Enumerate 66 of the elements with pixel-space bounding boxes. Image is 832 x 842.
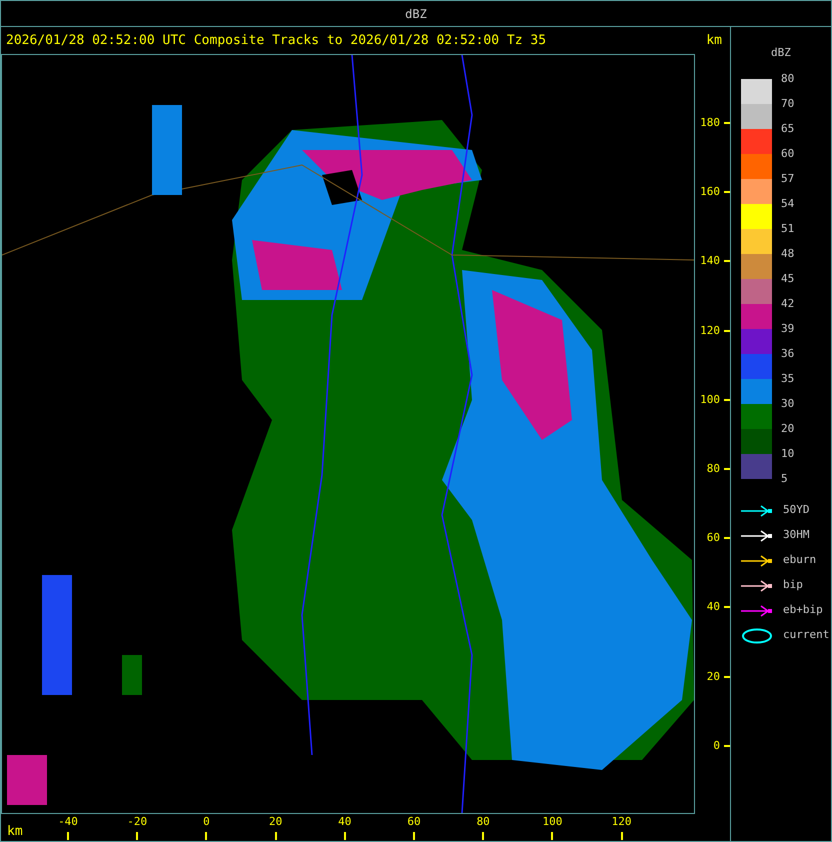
scale-label: 60 [781, 146, 794, 160]
tick-label: 40 [338, 815, 352, 829]
scale-label: 51 [781, 222, 794, 236]
axis-unit: km [706, 32, 722, 50]
tick-mark [274, 832, 277, 840]
tick-mark [724, 330, 730, 332]
tick-label: 120 [700, 322, 720, 339]
tick-mark [724, 398, 730, 401]
tick-mark [724, 606, 730, 608]
track-label: 30HM [783, 527, 810, 544]
scale-label: 42 [781, 296, 794, 310]
track-label: eb+bip [783, 602, 823, 618]
tick-mark [205, 832, 208, 840]
track-label: eburn [783, 552, 816, 568]
scale-label: 57 [781, 172, 794, 186]
scale-label: 35 [781, 372, 794, 386]
tick-mark [724, 537, 730, 540]
track-label: current [783, 627, 830, 644]
tick-label: 120 [612, 815, 632, 829]
window-title: dBZ [405, 6, 427, 22]
tick-mark [724, 744, 730, 747]
axis-unit: km [7, 823, 23, 841]
scale-label: 39 [781, 322, 794, 336]
scale-label: 54 [781, 196, 794, 210]
tick-label: 0 [203, 815, 210, 829]
scale-label: 70 [781, 96, 794, 110]
tick-label: 180 [700, 115, 720, 131]
track-label: bip [783, 577, 803, 594]
tick-mark [724, 676, 730, 678]
tick-mark [724, 260, 730, 262]
plot-title: 2026/01/28 02:52:00 UTC Composite Tracks to 2026/01/28 02:52:00 Tz 35 [6, 32, 546, 50]
tick-mark [67, 832, 69, 840]
tick-mark [551, 832, 554, 840]
tick-label: 20 [706, 668, 720, 685]
tick-label: 160 [700, 184, 720, 200]
scale-label: 48 [781, 246, 794, 260]
tick-mark [482, 832, 484, 840]
scale-label: 65 [781, 122, 794, 136]
tick-label: -20 [127, 815, 148, 829]
scale-label: 20 [781, 422, 794, 436]
scale-label: 30 [781, 396, 794, 410]
tick-label: -40 [58, 815, 78, 829]
tick-label: 140 [700, 253, 720, 270]
tick-label: 80 [706, 461, 720, 477]
tick-label: 60 [407, 815, 421, 829]
tick-label: 80 [476, 815, 490, 829]
scale-label: 10 [781, 446, 794, 460]
tick-label: 20 [268, 815, 282, 829]
tick-mark [724, 122, 730, 124]
track-label: 50YD [783, 502, 810, 518]
tick-mark [724, 468, 730, 470]
tick-label: 60 [706, 530, 720, 546]
legend-title: dBZ [771, 45, 791, 61]
tick-label: 100 [542, 815, 562, 829]
scale-label: 36 [781, 346, 794, 360]
tick-mark [344, 832, 346, 840]
tick-label: 0 [713, 738, 720, 754]
tick-label: 40 [706, 599, 720, 616]
scale-label: 80 [781, 72, 794, 86]
tick-label: 100 [700, 392, 720, 408]
scale-label: 5 [781, 472, 788, 486]
tick-mark [620, 832, 623, 840]
scale-label: 45 [781, 272, 794, 286]
tick-mark [136, 832, 138, 840]
tick-mark [413, 832, 415, 840]
tick-mark [724, 191, 730, 194]
